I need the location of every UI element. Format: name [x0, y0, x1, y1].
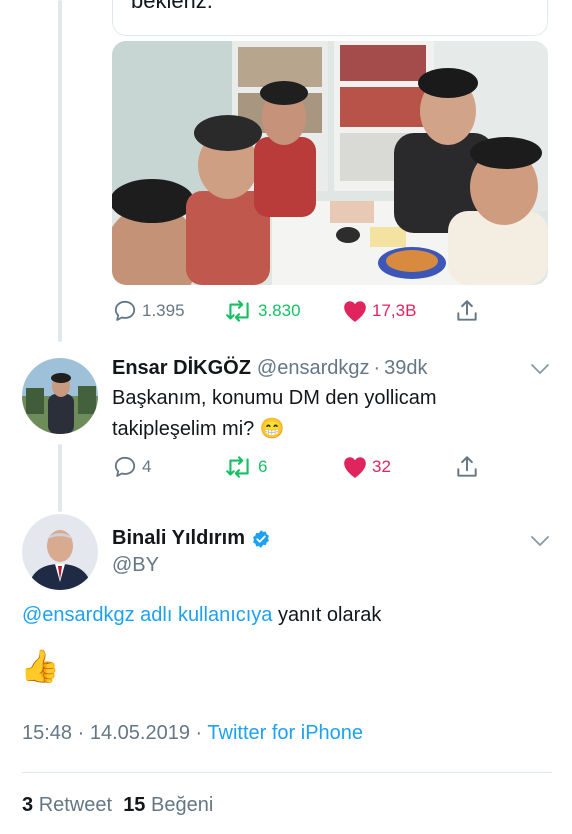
verified-icon	[253, 529, 269, 548]
separator: ·	[373, 357, 381, 379]
retweets-stat[interactable]: 3 Retweet	[22, 794, 112, 816]
main-tweet-header: Binali Yıldırım	[112, 527, 271, 550]
reply-button[interactable]: 1.395	[112, 298, 185, 324]
reply-button[interactable]: 4	[112, 454, 151, 480]
reply-count: 1.395	[142, 301, 185, 320]
quoted-tweet-actions: 1.395 3.830 17,3B	[112, 296, 548, 326]
user-avatar-photo	[22, 514, 98, 590]
retweet-count: 3.830	[258, 301, 301, 320]
retweet-total: 3	[22, 794, 34, 816]
like-button[interactable]: 17,3B	[342, 299, 416, 323]
tweet-source-link[interactable]: Twitter for iPhone	[207, 722, 363, 744]
user-handle[interactable]: @ensardkgz	[257, 357, 370, 380]
retweet-button[interactable]: 3.830	[224, 298, 301, 324]
replying-to-link[interactable]: @ensardkgz adlı kullanıcıya	[22, 604, 272, 626]
share-icon	[457, 456, 477, 477]
separator: ·	[195, 722, 203, 744]
grinning-emoji: 😁	[259, 418, 285, 440]
display-name[interactable]: Binali Yıldırım	[112, 527, 245, 550]
thread-line-top	[58, 0, 62, 342]
quoted-tweet-card[interactable]: bekleriz.	[112, 0, 548, 36]
tweet-media-photo[interactable]	[112, 41, 548, 285]
like-label: Beğeni	[151, 794, 214, 816]
retweet-count: 6	[258, 457, 268, 476]
share-button[interactable]	[454, 454, 480, 480]
share-icon	[457, 300, 477, 321]
user-avatar-photo	[22, 358, 98, 434]
tweet-time[interactable]: 39dk	[384, 357, 427, 380]
replying-to-suffix: yanıt olarak	[278, 604, 382, 626]
tweet-text-line: Başkanım, konumu DM den yollicam	[112, 387, 437, 409]
quoted-tweet-text: bekleriz.	[131, 0, 213, 13]
tweet-time[interactable]: 15:48	[22, 722, 72, 744]
divider	[22, 772, 552, 773]
tweet-text-line: takipleşelim mi? 😁	[112, 414, 437, 445]
like-count: 32	[372, 457, 391, 476]
share-button[interactable]	[454, 298, 480, 324]
reply-count: 4	[142, 457, 152, 476]
tweet-text-fragment: takipleşelim mi?	[112, 418, 255, 440]
display-name[interactable]: Ensar DİKGÖZ	[112, 357, 251, 380]
heart-icon	[344, 301, 366, 322]
tweet-date[interactable]: 14.05.2019	[90, 722, 190, 744]
avatar[interactable]	[22, 358, 98, 434]
group-selfie-photo	[112, 41, 548, 285]
chevron-down-icon[interactable]	[530, 534, 550, 548]
heart-icon	[344, 457, 366, 478]
retweet-icon	[226, 456, 249, 478]
reply-tweet-actions: 4 6 32	[112, 452, 548, 482]
user-handle[interactable]: @BY	[112, 554, 159, 577]
reply-tweet-text: Başkanım, konumu DM den yollicam takiple…	[112, 383, 437, 445]
retweet-icon	[226, 300, 249, 322]
tweet-engagement-stats: 3 Retweet 15 Beğeni	[22, 794, 213, 817]
like-total: 15	[123, 794, 146, 816]
tweet-timestamp-line: 15:48 · 14.05.2019 · Twitter for iPhone	[22, 722, 363, 745]
like-button[interactable]: 32	[342, 455, 391, 479]
separator: ·	[77, 722, 85, 744]
like-count: 17,3B	[372, 301, 417, 320]
reply-icon	[114, 456, 136, 477]
likes-stat[interactable]: 15 Beğeni	[123, 794, 213, 816]
thumbs-up-emoji: 👍	[20, 648, 60, 684]
chevron-down-icon[interactable]	[530, 362, 550, 376]
avatar[interactable]	[22, 514, 98, 590]
thread-line-middle	[58, 444, 62, 512]
replying-to-line: @ensardkgz adlı kullanıcıya yanıt olarak	[22, 604, 381, 627]
reply-icon	[114, 300, 136, 321]
retweet-button[interactable]: 6	[224, 454, 267, 480]
retweet-label: Retweet	[38, 794, 113, 816]
reply-tweet-header: Ensar DİKGÖZ @ensardkgz · 39dk	[112, 357, 428, 380]
